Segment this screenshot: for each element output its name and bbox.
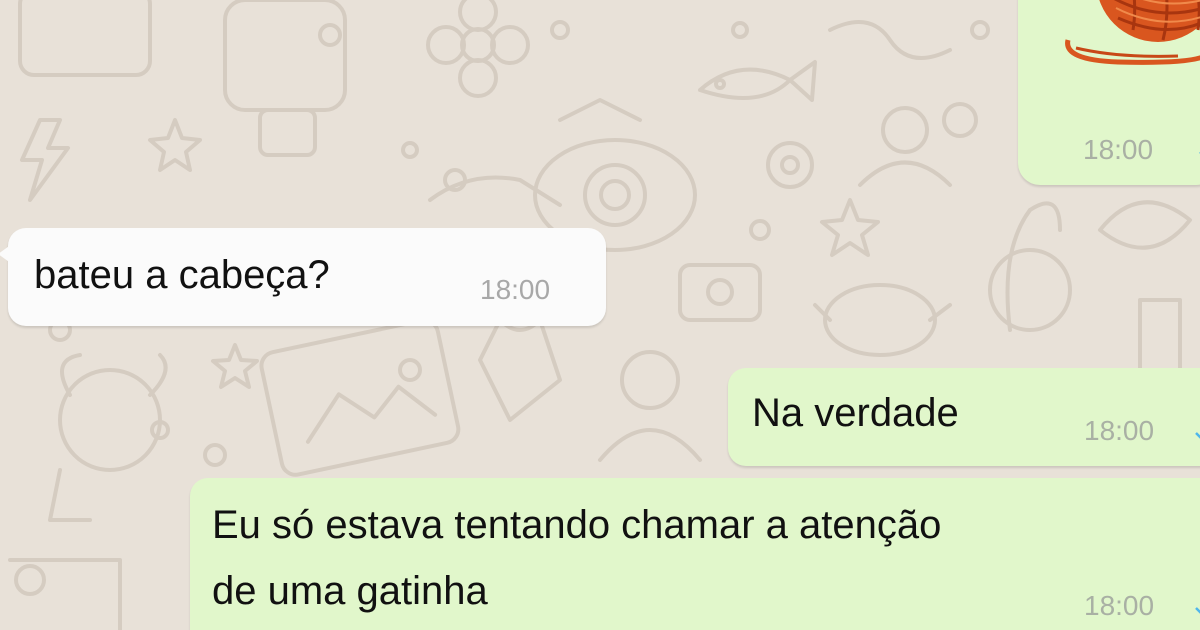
yarn-ball-sticker [1065,0,1200,65]
message-text: bateu a cabeça? [34,253,330,297]
message-time: 18:00 [480,274,551,305]
chat-area: 18:00 bateu a cabeça? 18:00 Na verdade 1… [0,0,1200,630]
message-text-line-2: de uma gatinha [212,569,488,613]
read-check-icon [1195,432,1200,439]
read-check-icon [1195,607,1200,614]
sticker-message[interactable]: 18:00 [1018,0,1200,185]
message-text: Na verdade [752,391,959,435]
incoming-message[interactable]: bateu a cabeça? 18:00 [0,228,606,326]
message-time: 18:00 [1084,590,1155,621]
message-time: 18:00 [1084,415,1155,446]
message-text-line-1: Eu só estava tentando chamar a atenção [212,503,942,547]
message-time: 18:00 [1083,134,1154,165]
bubble-tail [0,244,12,264]
outgoing-message[interactable]: Eu só estava tentando chamar a atenção d… [190,478,1200,630]
outgoing-message[interactable]: Na verdade 18:00 [728,368,1200,466]
